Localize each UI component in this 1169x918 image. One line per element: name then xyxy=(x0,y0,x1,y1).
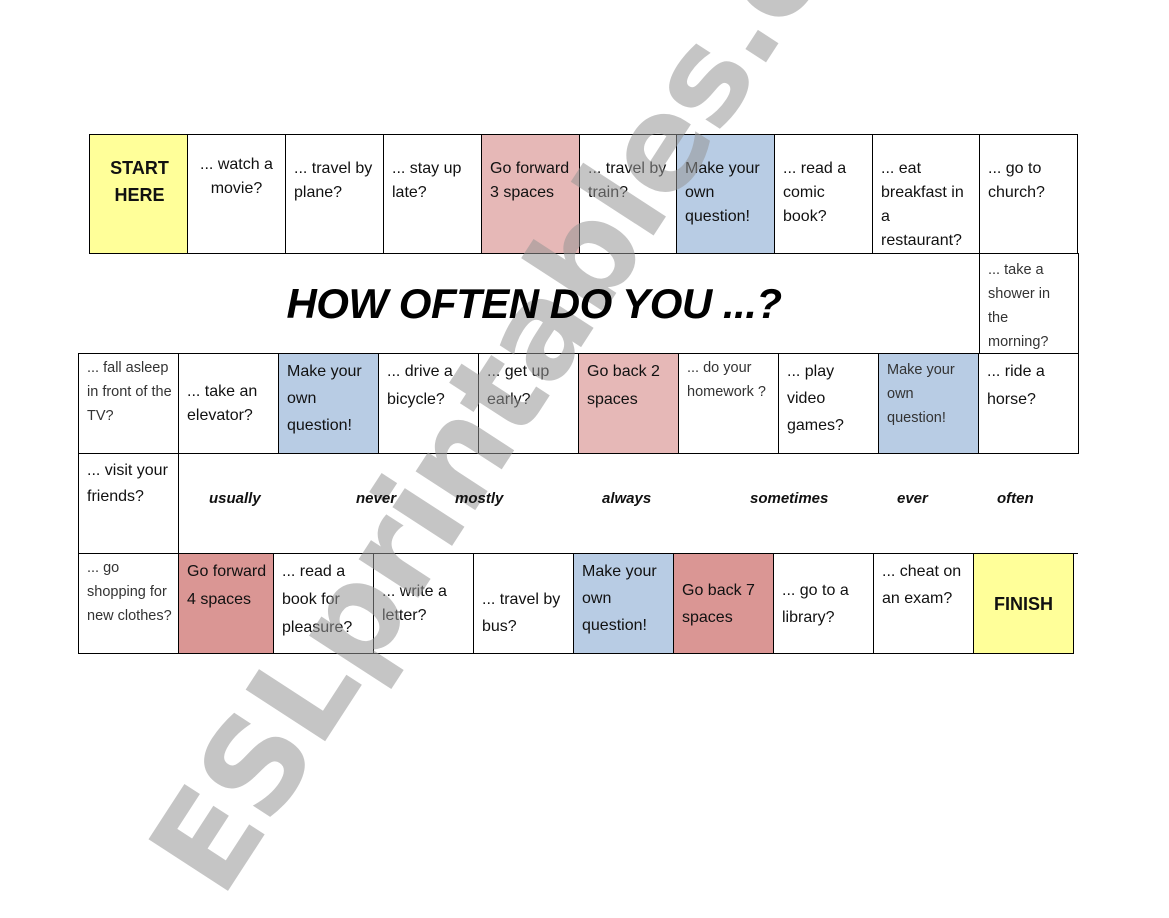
board-cell: ... do your homework ? xyxy=(678,353,779,454)
adverb-word: ever xyxy=(897,490,928,507)
board-cell: ... play video games? xyxy=(778,353,879,454)
board-cell-own-question: Make your own question! xyxy=(676,134,775,254)
board-cell: ... travel by plane? xyxy=(285,134,384,254)
board-cell: ... stay up late? xyxy=(383,134,482,254)
board-cell: ... take an elevator? xyxy=(178,353,279,454)
board-cell: ... travel by bus? xyxy=(473,553,574,654)
page-title: HOW OFTEN DO YOU ...? xyxy=(286,279,782,327)
board-cell-own-question: Make your own question! xyxy=(278,353,379,454)
board-cell: ... get up early? xyxy=(478,353,579,454)
board-cell: ... go to a library? xyxy=(773,553,874,654)
board-cell: ... go shopping for new clothes? xyxy=(78,553,179,654)
board-cell-start: START HERE xyxy=(89,134,188,254)
board-cell-move: Go forward 4 spaces xyxy=(178,553,274,654)
board-cell: ... cheat on an exam? xyxy=(873,553,974,654)
adverb-word: always xyxy=(602,490,652,507)
adverb-word: sometimes xyxy=(750,490,829,507)
board-cell: ... read a comic book? xyxy=(774,134,873,254)
adverb-word: mostly xyxy=(455,490,504,507)
board-cell-move: Go forward 3 spaces xyxy=(481,134,580,254)
adverb-word: never xyxy=(356,490,397,507)
board-cell-own-question: Make your own question! xyxy=(573,553,674,654)
board-cell: ... visit your friends? xyxy=(78,453,179,554)
board-cell-own-question: Make your own question! xyxy=(878,353,979,454)
board-cell-finish: FINISH xyxy=(973,553,1074,654)
adverb-word: often xyxy=(997,490,1034,507)
board-cell: ... eat breakfast in a restaurant? xyxy=(872,134,980,254)
board-cell: ... watch a movie? xyxy=(187,134,286,254)
board-cell: ... travel by train? xyxy=(579,134,677,254)
board-cell: ... read a book for pleasure? xyxy=(273,553,374,654)
board-cell: ... write a letter? xyxy=(373,553,474,654)
board-cell: ... go to church? xyxy=(979,134,1078,254)
board-cell-move: Go back 7 spaces xyxy=(673,553,774,654)
board-cell: ... drive a bicycle? xyxy=(378,353,479,454)
board-cell-move: Go back 2 spaces xyxy=(578,353,679,454)
board-cell: ... ride a horse? xyxy=(978,353,1079,454)
board-cell: ... fall asleep in front of the TV? xyxy=(78,353,179,454)
board-cell: ... take a shower in the morning? xyxy=(979,253,1079,354)
adverb-word: usually xyxy=(209,490,261,507)
